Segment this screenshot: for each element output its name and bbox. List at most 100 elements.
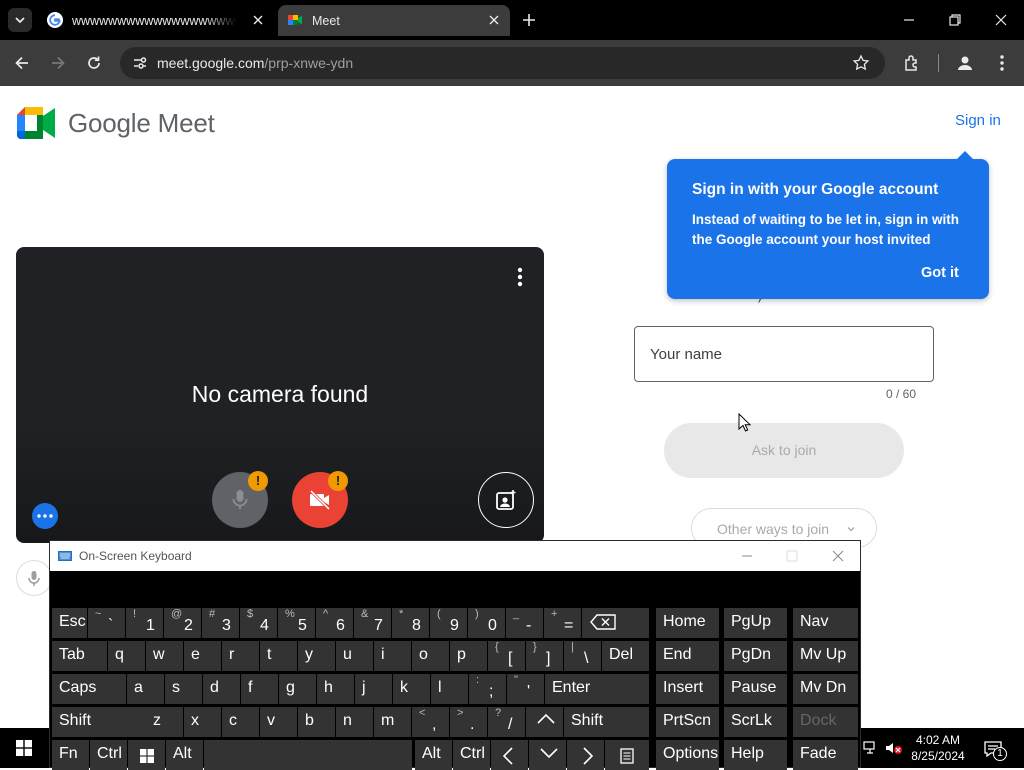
osk-key--[interactable]: " ' [507,674,544,704]
osk-key--[interactable]: {[ [488,641,525,671]
profile-icon[interactable] [955,53,975,73]
osk-key-j[interactable]: j [355,674,392,704]
osk-key-scrlk[interactable]: ScrLk [724,707,787,737]
extensions-puzzle-icon[interactable] [902,53,922,73]
osk-key-right[interactable] [567,740,604,770]
back-arrow-icon[interactable] [12,53,32,73]
osk-key-2[interactable]: @2 [164,608,201,638]
osk-key-alt[interactable]: Alt [415,740,452,770]
osk-key-b[interactable]: b [298,707,335,737]
osk-key-d[interactable]: d [203,674,240,704]
osk-key-9[interactable]: (9 [430,608,467,638]
browser-tab-1[interactable]: wwwwwwwwwwwwwwwwwwwwwwwwwwwwwwwwwwwwwww [38,5,274,36]
osk-key-prtscn[interactable]: PrtScn [656,707,719,737]
osk-key-ctrl[interactable]: Ctrl [90,740,127,770]
close-tab-icon[interactable] [488,14,500,26]
osk-key-alt[interactable]: Alt [166,740,203,770]
osk-key-up[interactable] [526,707,563,737]
browser-menu-icon[interactable] [992,53,1012,73]
osk-title-bar[interactable]: On-Screen Keyboard [50,541,860,571]
osk-key-mv-dn[interactable]: Mv Dn [793,674,858,704]
sign-in-link[interactable]: Sign in [955,112,1001,129]
more-actions-button[interactable] [32,503,58,529]
osk-key-c[interactable]: c [222,707,259,737]
address-bar[interactable]: meet.google.com/prp-xnwe-ydn [120,47,885,79]
osk-key-o[interactable]: o [412,641,449,671]
osk-key-8[interactable]: * 8 [392,608,429,638]
more-options-icon[interactable] [514,267,526,287]
network-icon[interactable] [863,741,879,755]
osk-key--[interactable]: }] [526,641,563,671]
name-field[interactable] [634,326,934,382]
ask-to-join-button[interactable]: Ask to join [664,423,904,478]
osk-key-s[interactable]: s [165,674,202,704]
osk-key-r[interactable]: r [222,641,259,671]
osk-key--[interactable]: >. [450,707,487,737]
osk-key--[interactable]: <, [412,707,449,737]
osk-key-options[interactable]: Options [656,740,719,770]
osk-key-space[interactable] [204,740,412,770]
osk-key-w[interactable]: w [146,641,183,671]
site-settings-icon[interactable] [132,55,148,71]
osk-key-down[interactable] [529,740,566,770]
osk-key-x[interactable]: x [184,707,221,737]
osk-minimize-icon[interactable] [740,549,754,563]
osk-key-pgdn[interactable]: PgDn [724,641,787,671]
close-window-icon[interactable] [993,12,1009,28]
osk-key-fade[interactable]: Fade [793,740,858,770]
osk-key-menu[interactable] [605,740,649,770]
osk-key-enter[interactable]: Enter [545,674,649,704]
osk-key-q[interactable]: q [108,641,145,671]
bookmark-star-icon[interactable] [852,54,870,72]
osk-key-caps[interactable]: Caps [52,674,126,704]
osk-key-m[interactable]: m [374,707,411,737]
volume-muted-icon[interactable] [885,741,903,755]
osk-key-insert[interactable]: Insert [656,674,719,704]
got-it-button[interactable]: Got it [921,265,959,281]
tab-search-button[interactable] [8,8,32,32]
osk-key-n[interactable]: n [336,707,373,737]
osk-key--[interactable]: :; [469,674,506,704]
osk-key-tab[interactable]: Tab [52,641,107,671]
restore-icon[interactable] [947,12,963,28]
osk-key-shift[interactable]: Shift [564,707,649,737]
osk-key-del[interactable]: Del [602,641,649,671]
visual-effects-button[interactable] [478,472,534,528]
osk-key-end[interactable]: End [656,641,719,671]
osk-key-7[interactable]: & 7 [354,608,391,638]
osk-key-g[interactable]: g [279,674,316,704]
osk-key-3[interactable]: #3 [202,608,239,638]
osk-key-p[interactable]: p [450,641,487,671]
taskbar-clock[interactable]: 4:02 AM 8/25/2024 [906,732,970,764]
osk-key--[interactable]: ~ ` [88,608,125,638]
osk-key--[interactable]: + = [544,608,581,638]
osk-key-h[interactable]: h [317,674,354,704]
osk-key-nav[interactable]: Nav [793,608,858,638]
osk-key-v[interactable]: v [260,707,297,737]
osk-key-4[interactable]: $4 [240,608,277,638]
forward-arrow-icon[interactable] [48,53,68,73]
osk-key-e[interactable]: e [184,641,221,671]
reload-icon[interactable] [84,53,104,73]
windows-start-icon[interactable] [16,740,32,756]
osk-key-help[interactable]: Help [724,740,787,770]
osk-key--[interactable]: _ - [506,608,543,638]
osk-key-fn[interactable]: Fn [52,740,89,770]
osk-key-0[interactable]: ) 0 [468,608,505,638]
osk-key-6[interactable]: ^ 6 [316,608,353,638]
osk-key-f[interactable]: f [241,674,278,704]
osk-key--[interactable]: | \ [564,641,601,671]
osk-key-ctrl[interactable]: Ctrl [453,740,490,770]
osk-key-backspace[interactable] [582,608,649,638]
osk-close-icon[interactable] [831,549,845,563]
osk-key-1[interactable]: ! 1 [126,608,163,638]
osk-key-z[interactable]: z [146,707,183,737]
osk-key-t[interactable]: t [260,641,297,671]
osk-key-a[interactable]: a [127,674,164,704]
osk-key-pause[interactable]: Pause [724,674,787,704]
osk-key-shift[interactable]: Shift [52,707,146,737]
osk-key-pgup[interactable]: PgUp [724,608,787,638]
osk-key-left[interactable] [491,740,528,770]
audio-check-button[interactable] [16,560,52,596]
osk-key-u[interactable]: u [336,641,373,671]
